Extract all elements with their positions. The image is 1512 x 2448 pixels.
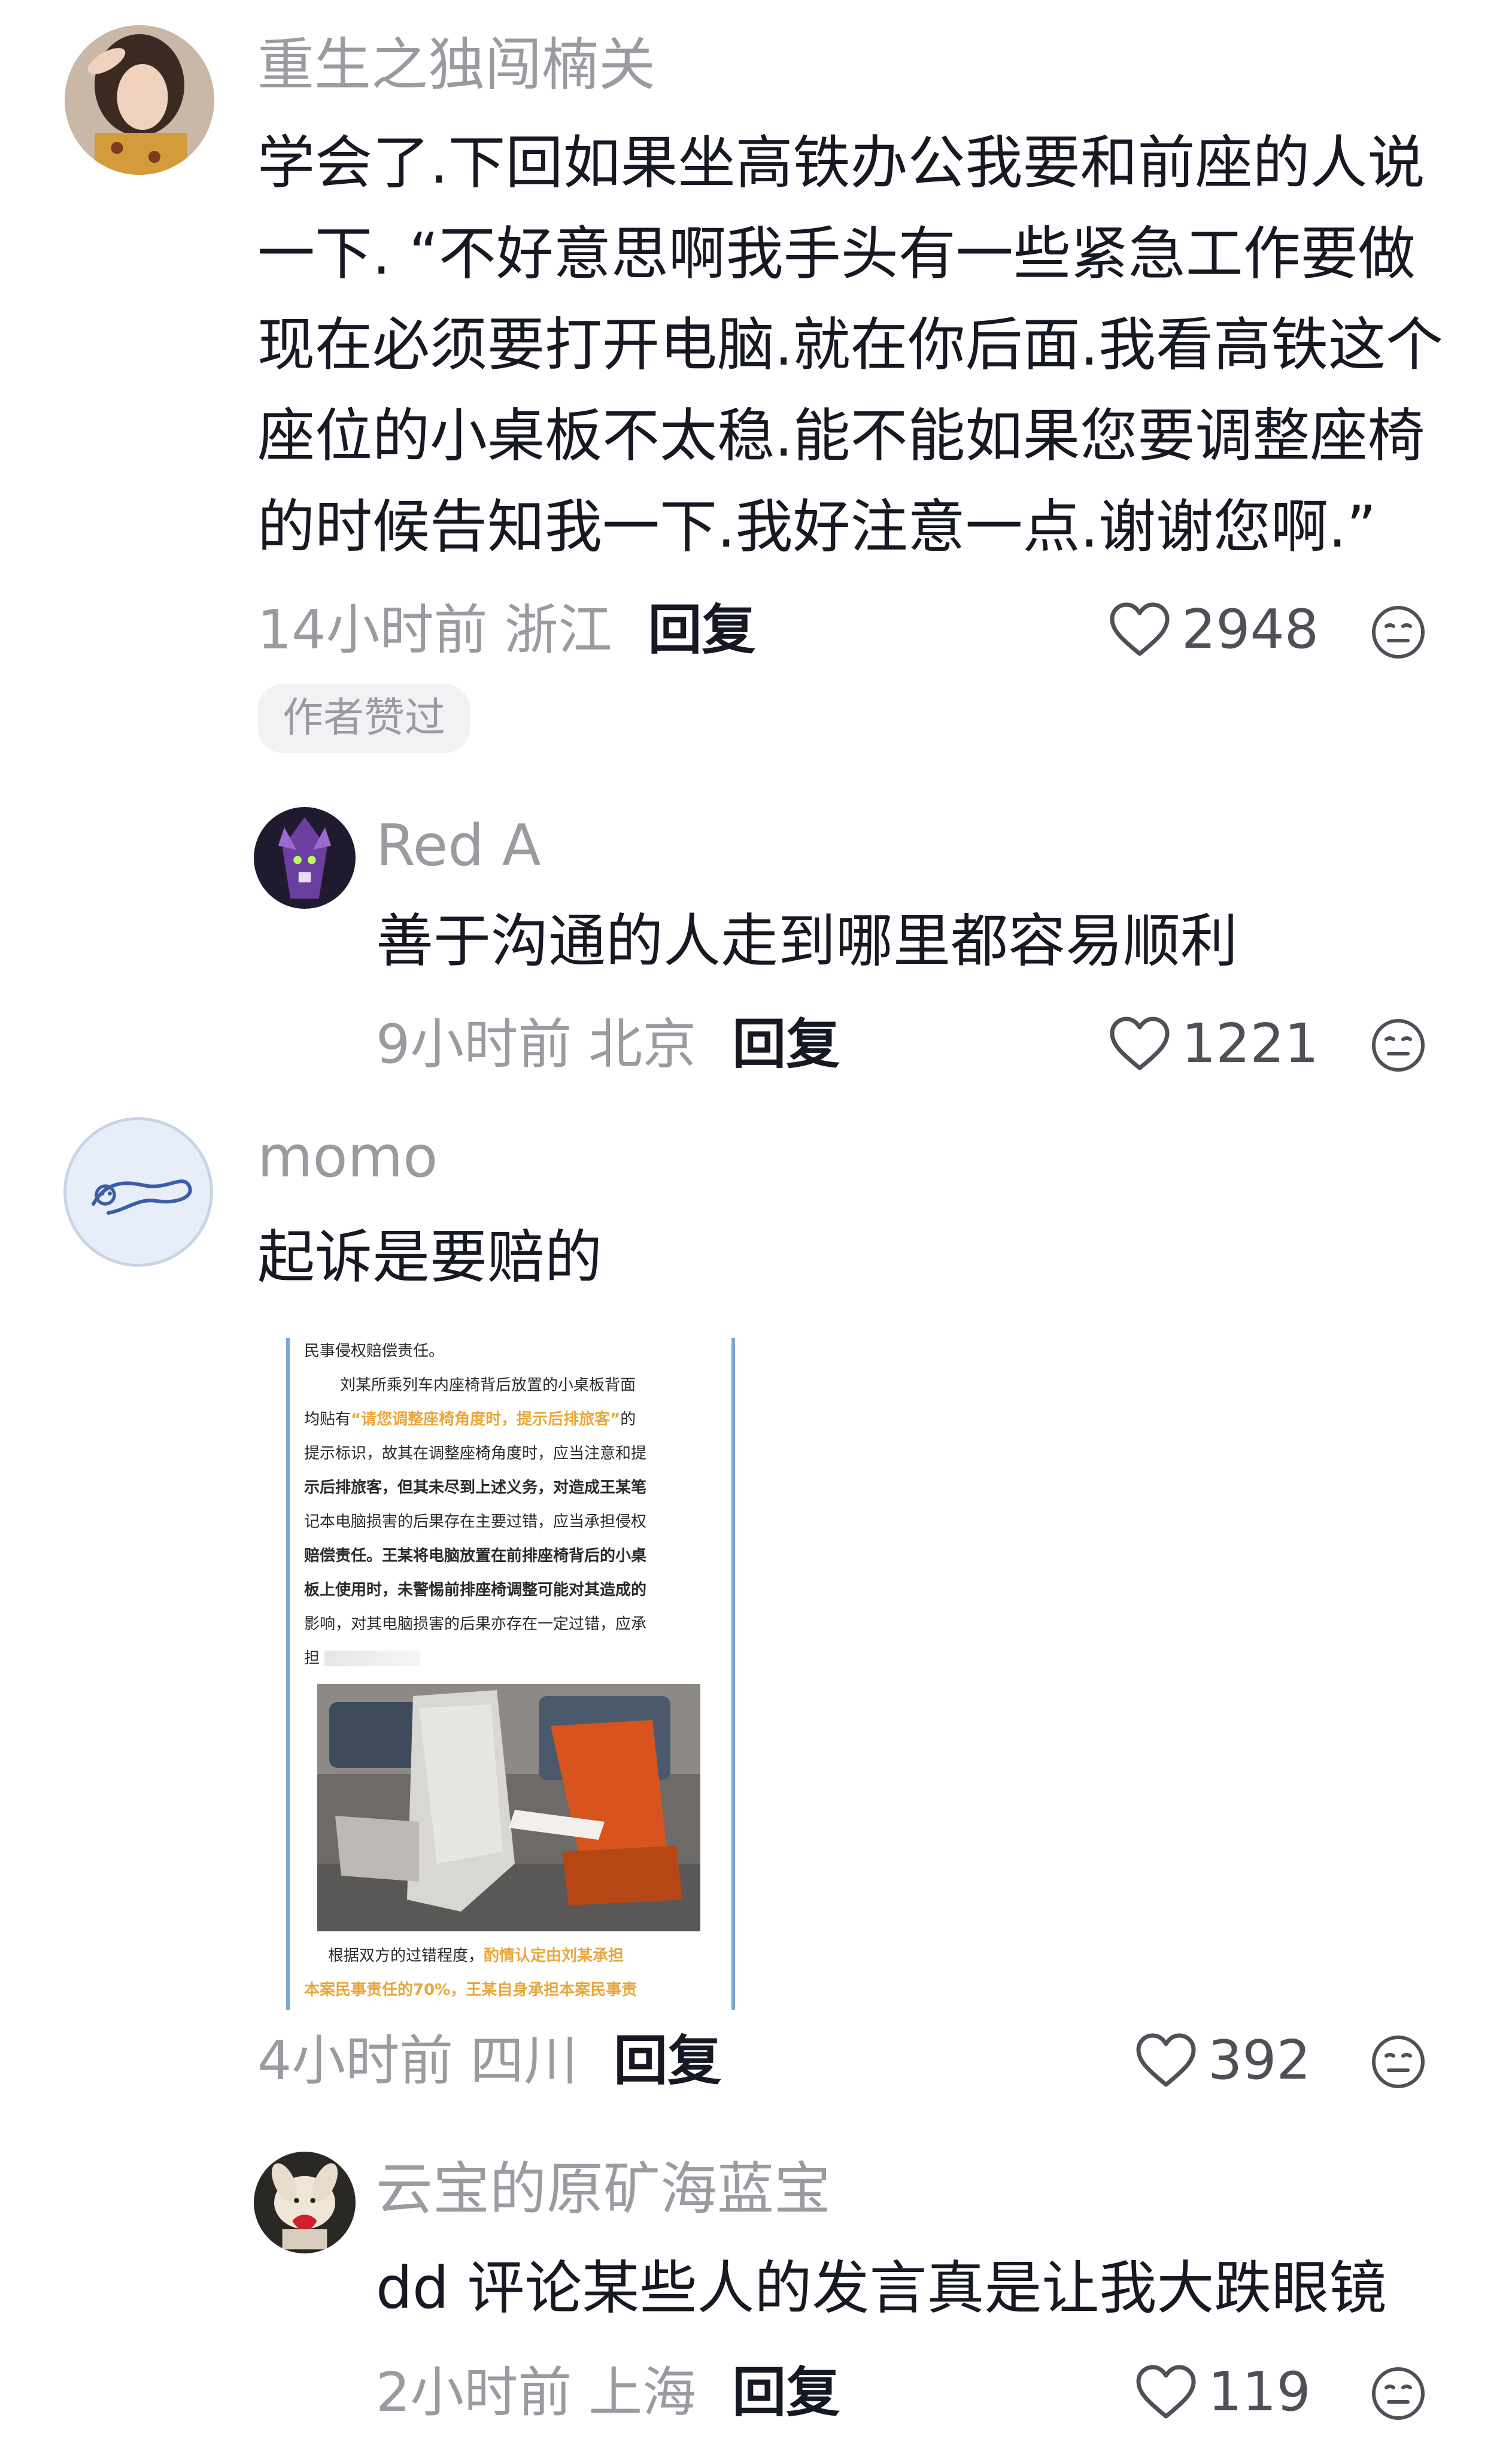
dislike-button[interactable]: [1371, 2034, 1426, 2089]
reply-button[interactable]: 回复: [614, 2030, 721, 2092]
like-count: 392: [1208, 2029, 1311, 2092]
like-button[interactable]: 392: [1135, 2032, 1311, 2089]
avatar[interactable]: [63, 1117, 213, 1267]
heart-outline-icon: [1135, 2032, 1197, 2089]
comment-image[interactable]: 民事侵权赔偿责任。 刘某所乘列车内座椅背后放置的小桌板背面 均贴有“请您调整座椅…: [277, 1338, 745, 2010]
doc-line: 记本电脑损害的后果存在主要过错，应当承担侵权: [304, 1513, 647, 1531]
like-button[interactable]: 1221: [1109, 1015, 1319, 1073]
comment-time: 9小时前: [376, 1013, 572, 1076]
doc-line: 板上使用时，未警惕前排座椅调整可能对其造成的: [304, 1581, 647, 1599]
comment-text: dd 评论某些人的发言真是让我大跌眼镜: [376, 2255, 1387, 2322]
reply-button[interactable]: 回复: [648, 599, 756, 662]
doc-line: 本案民事责任的70%，王某自身承担本案民事责: [304, 1981, 637, 1999]
like-count: 2948: [1182, 598, 1319, 661]
comment-meta: 14小时前 浙江 回复: [257, 603, 756, 657]
reply-button[interactable]: 回复: [732, 1013, 840, 1076]
comment-meta: 2小时前 上海 回复: [376, 2366, 840, 2420]
comment-text: 起诉是要赔的: [257, 1224, 602, 1291]
comment-region: 北京: [588, 1013, 697, 1076]
like-count: 119: [1208, 2361, 1311, 2423]
username[interactable]: 重生之独闯楠关: [257, 37, 655, 94]
doc-line: 民事侵权赔偿责任。: [304, 1342, 445, 1360]
username[interactable]: 云宝的原矿海蓝宝: [376, 2161, 831, 2218]
comment-time: 14小时前: [257, 599, 488, 662]
heart-outline-icon: [1109, 1015, 1171, 1073]
avatar[interactable]: [254, 2152, 356, 2253]
doc-line: 影响，对其电脑损害的后果亦存在一定过错，应承: [304, 1615, 647, 1633]
dislike-button[interactable]: [1371, 1018, 1426, 1073]
train-seat-photo: [317, 1684, 700, 1931]
username[interactable]: momo: [257, 1129, 438, 1186]
image-border: [731, 1338, 735, 2010]
doc-line: 提示标识，故其在调整座椅角度时，应当注意和提: [304, 1445, 647, 1463]
comment-meta: 4小时前 四川 回复: [257, 2034, 721, 2088]
comment-region: 上海: [588, 2361, 697, 2424]
doc-line: 根据双方的过错程度，酌情认定由刘某承担: [328, 1947, 624, 1965]
neutral-face-icon: [1371, 605, 1426, 660]
doc-line: 均贴有“请您调整座椅角度时，提示后排旅客”的: [304, 1410, 636, 1428]
like-button[interactable]: 2948: [1109, 601, 1319, 659]
avatar[interactable]: [65, 25, 214, 175]
comment-region: 四川: [470, 2030, 578, 2092]
comment-time: 2小时前: [376, 2361, 572, 2424]
like-button[interactable]: 119: [1135, 2364, 1311, 2421]
heart-outline-icon: [1109, 601, 1171, 659]
neutral-face-icon: [1371, 1018, 1426, 1073]
username[interactable]: Red A: [376, 818, 541, 875]
like-count: 1221: [1182, 1012, 1319, 1075]
comment-time: 4小时前: [257, 2030, 454, 2092]
dislike-button[interactable]: [1371, 2366, 1426, 2421]
redaction-blur: [324, 1651, 420, 1666]
reply-button[interactable]: 回复: [732, 2361, 840, 2424]
image-border: [286, 1338, 290, 2010]
comment-text: 善于沟通的人走到哪里都容易顺利: [376, 908, 1238, 975]
comment-meta: 9小时前 北京 回复: [376, 1018, 840, 1072]
comment-region: 浙江: [504, 599, 612, 662]
doc-line: 示后排旅客，但其未尽到上述义务，对造成王某笔: [304, 1479, 647, 1497]
neutral-face-icon: [1371, 2366, 1426, 2421]
doc-line: 刘某所乘列车内座椅背后放置的小桌板背面: [340, 1376, 636, 1394]
heart-outline-icon: [1135, 2364, 1197, 2421]
doc-line: 赔偿责任。王某将电脑放置在前排座椅背后的小桌: [304, 1547, 647, 1565]
author-liked-badge: 作者赞过: [257, 684, 471, 753]
comment-text: 学会了.下回如果坐高铁办公我要和前座的人说一下. “不好意思啊我手头有一些紧急工…: [257, 129, 1444, 560]
dislike-button[interactable]: [1371, 605, 1426, 660]
avatar[interactable]: [254, 807, 356, 909]
neutral-face-icon: [1371, 2034, 1426, 2089]
